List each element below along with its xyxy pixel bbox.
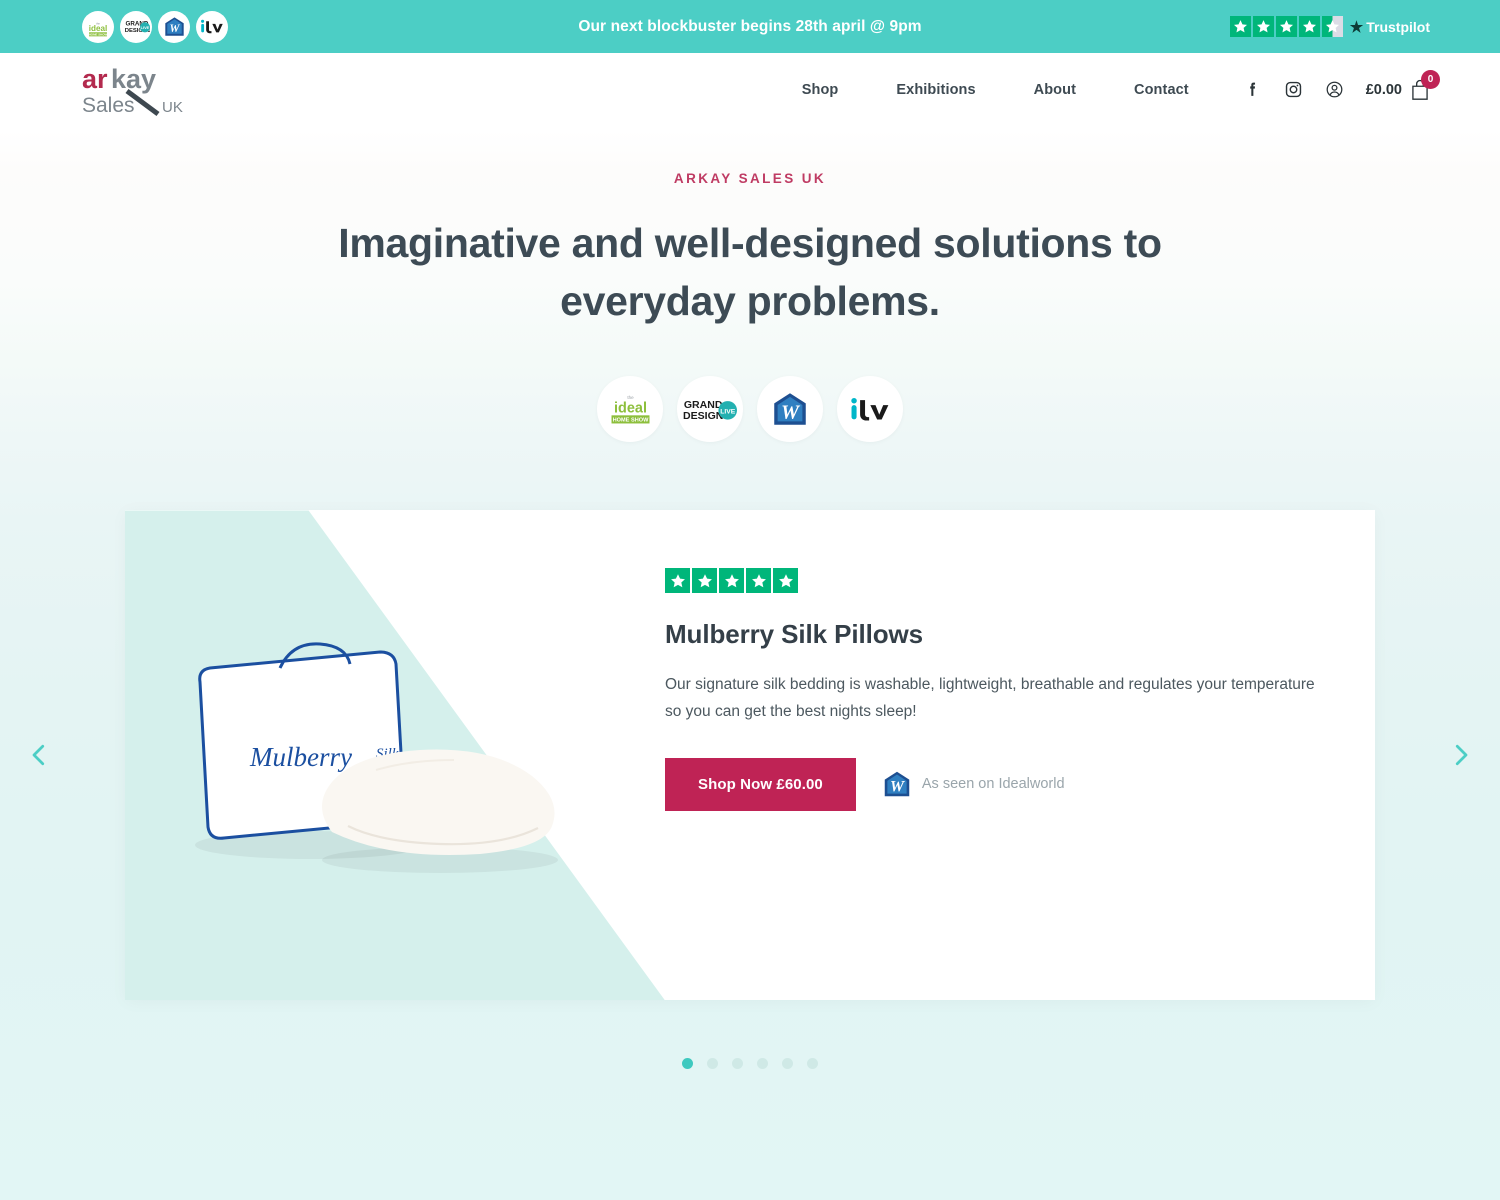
- topbar-badge-grand-designs-live[interactable]: GRAND DESIGNS LIVE: [120, 10, 152, 43]
- hero-section: ARKAY SALES UK Imaginative and well-desi…: [0, 126, 1500, 443]
- carousel-dot-1[interactable]: [682, 1058, 693, 1070]
- facebook-icon[interactable]: [1243, 80, 1262, 99]
- nav-item-contact[interactable]: Contact: [1134, 82, 1189, 98]
- svg-text:HOME SHOW: HOME SHOW: [89, 32, 108, 36]
- product-title: Mulberry Silk Pillows: [665, 619, 923, 650]
- product-star-1: [665, 568, 690, 594]
- svg-text:Sales: Sales: [82, 94, 135, 117]
- trustpilot-star-2: [1252, 16, 1274, 37]
- product-star-3: [719, 568, 744, 594]
- trustpilot-widget-header[interactable]: ★ Trustpilot: [1229, 16, 1430, 37]
- carousel-dot-2[interactable]: [707, 1058, 718, 1070]
- hero-eyebrow: ARKAY SALES UK: [673, 171, 827, 186]
- instagram-icon[interactable]: [1284, 80, 1303, 99]
- announcement-bar: the ideal HOME SHOW GRAND DESIGNS LIVE W: [0, 0, 1500, 53]
- chevron-left-icon: [32, 745, 45, 766]
- hero-brand-badges: the ideal HOME SHOW GRAND DESIGNS LIVE W: [0, 376, 1500, 443]
- ideal-home-show-icon: the ideal HOME SHOW: [611, 395, 649, 424]
- grand-designs-live-icon: GRAND DESIGNS LIVE: [124, 21, 150, 34]
- trustpilot-label: Trustpilot: [1366, 18, 1430, 35]
- ideal-home-show-icon: the ideal HOME SHOW: [89, 21, 108, 36]
- svg-text:the: the: [627, 395, 634, 400]
- trustpilot-star-1: [1229, 16, 1251, 37]
- carousel-pagination: [0, 1058, 1500, 1070]
- trustpilot-wordmark: ★ Trustpilot: [1350, 18, 1430, 36]
- svg-text:W: W: [169, 23, 180, 35]
- product-rating-stars: [665, 568, 1315, 594]
- shop-now-button[interactable]: Shop Now £60.00: [665, 757, 856, 811]
- svg-text:kay: kay: [111, 64, 156, 94]
- topbar-badge-ideal-home-show[interactable]: the ideal HOME SHOW: [82, 10, 114, 43]
- product-star-4: [746, 568, 771, 594]
- arkay-sales-uk-logo-icon: ar kay Sales UK: [82, 64, 183, 117]
- idealworld-icon: W: [883, 770, 911, 798]
- product-carousel: Mulberry Silk Mulberry Silk Pillows Our …: [0, 510, 1500, 1070]
- cart-icon[interactable]: 0: [1410, 69, 1440, 101]
- site-logo[interactable]: ar kay Sales UK: [80, 62, 192, 118]
- as-seen-on-group: W As seen on Idealworld: [883, 770, 1065, 798]
- hero-title-line-1: Imaginative and well-designed solutions …: [338, 220, 1162, 266]
- site-header: ar kay Sales UK Shop Exhibitions About C…: [0, 53, 1500, 126]
- svg-text:LIVE: LIVE: [140, 25, 149, 30]
- product-details-panel: Mulberry Silk Pillows Our signature silk…: [665, 510, 1375, 1000]
- trustpilot-star-4: [1298, 16, 1320, 37]
- svg-text:HOME SHOW: HOME SHOW: [612, 418, 648, 424]
- product-description: Our signature silk bedding is washable, …: [665, 676, 1315, 721]
- carousel-slide: Mulberry Silk Mulberry Silk Pillows Our …: [125, 510, 1375, 1001]
- cart-count-badge: 0: [1421, 69, 1440, 89]
- page-title: Imaginative and well-designed solutions …: [0, 214, 1500, 330]
- topbar-badge-itv[interactable]: [196, 10, 228, 43]
- nav-item-shop[interactable]: Shop: [802, 82, 839, 98]
- hero-badge-idealworld[interactable]: W: [757, 376, 823, 443]
- cart-total: £0.00: [1365, 81, 1402, 98]
- carousel-prev-button[interactable]: [22, 738, 56, 772]
- itv-icon: [851, 397, 889, 421]
- svg-text:ideal: ideal: [89, 24, 107, 33]
- svg-text:W: W: [781, 402, 801, 424]
- nav-item-exhibitions[interactable]: Exhibitions: [896, 82, 975, 98]
- carousel-dot-5[interactable]: [782, 1058, 793, 1070]
- svg-text:ar: ar: [82, 64, 108, 94]
- product-star-2: [692, 568, 717, 594]
- main-navigation: Shop Exhibitions About Contact £0.00 0: [802, 69, 1440, 101]
- chevron-right-icon: [1455, 745, 1468, 766]
- hero-title-line-2: everyday problems.: [560, 278, 940, 325]
- trustpilot-stars: [1229, 16, 1343, 37]
- grand-designs-live-icon: GRAND DESIGNS LIVE: [683, 399, 737, 422]
- trustpilot-star-3: [1275, 16, 1297, 37]
- nav-item-about[interactable]: About: [1034, 82, 1076, 98]
- idealworld-icon: W: [774, 393, 806, 426]
- product-cta-row: Shop Now £60.00 W As seen on Idealworld: [665, 757, 1315, 811]
- cart-widget[interactable]: £0.00 0: [1365, 69, 1440, 101]
- product-image-mulberry-silk-pillows: Mulberry Silk: [195, 642, 558, 874]
- svg-text:Mulberry: Mulberry: [249, 742, 352, 772]
- as-seen-on-label: As seen on Idealworld: [921, 776, 1065, 793]
- svg-text:ideal: ideal: [614, 401, 647, 417]
- carousel-dot-6[interactable]: [807, 1058, 818, 1070]
- hero-badge-itv[interactable]: [837, 376, 903, 443]
- svg-text:UK: UK: [162, 99, 183, 116]
- hero-badge-grand-designs-live[interactable]: GRAND DESIGNS LIVE: [677, 376, 743, 443]
- account-icon[interactable]: [1325, 80, 1344, 99]
- carousel-dot-4[interactable]: [757, 1058, 768, 1070]
- trustpilot-star-5-half: [1321, 16, 1343, 37]
- header-icon-group: [1243, 80, 1344, 99]
- idealworld-icon: W: [164, 17, 184, 36]
- product-image-panel: Mulberry Silk: [125, 510, 665, 1001]
- hero-badge-ideal-home-show[interactable]: the ideal HOME SHOW: [597, 376, 663, 443]
- carousel-dot-3[interactable]: [732, 1058, 743, 1070]
- itv-icon: [201, 19, 223, 34]
- svg-text:LIVE: LIVE: [720, 408, 736, 415]
- product-star-5: [773, 568, 798, 594]
- trustpilot-logo-star-icon: ★: [1349, 18, 1364, 36]
- topbar-brand-badges: the ideal HOME SHOW GRAND DESIGNS LIVE W: [82, 10, 228, 43]
- svg-text:W: W: [890, 779, 905, 796]
- topbar-badge-idealworld[interactable]: W: [158, 10, 190, 43]
- carousel-next-button[interactable]: [1444, 738, 1478, 772]
